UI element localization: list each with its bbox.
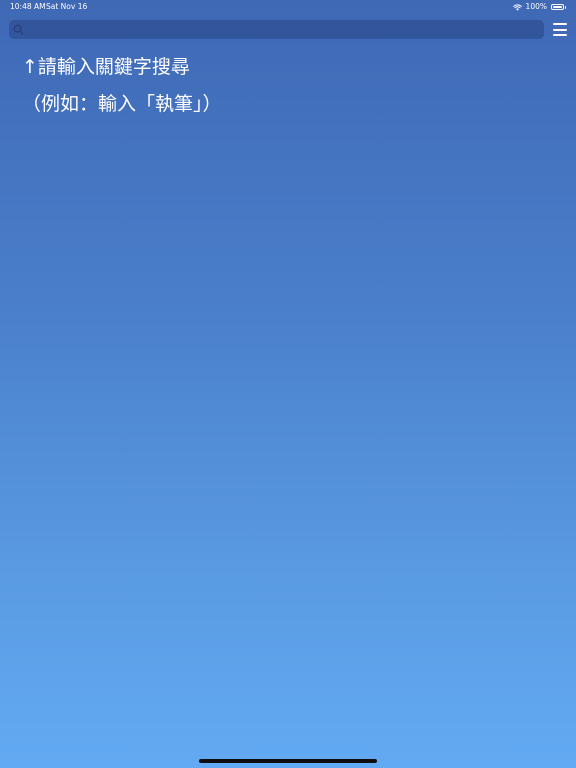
search-hint-text: ↑請輸入關鍵字搜尋	[22, 56, 190, 78]
search-icon	[13, 24, 24, 35]
search-input[interactable]	[27, 20, 537, 39]
battery-percentage: 100%	[525, 2, 547, 11]
status-date: Sat Nov 16	[46, 2, 88, 11]
status-bar: 10:48 AM Sat Nov 16 100%	[0, 0, 576, 14]
status-time: 10:48 AM	[10, 2, 46, 11]
menu-button[interactable]	[552, 22, 568, 37]
hamburger-menu-icon	[553, 23, 567, 25]
status-indicators: 100%	[512, 0, 567, 14]
battery-icon	[551, 4, 567, 11]
wifi-icon	[512, 3, 522, 11]
search-example-text: （例如：輸入「執筆」）	[22, 93, 222, 115]
home-indicator[interactable]	[199, 759, 377, 763]
search-bar[interactable]	[9, 20, 544, 39]
